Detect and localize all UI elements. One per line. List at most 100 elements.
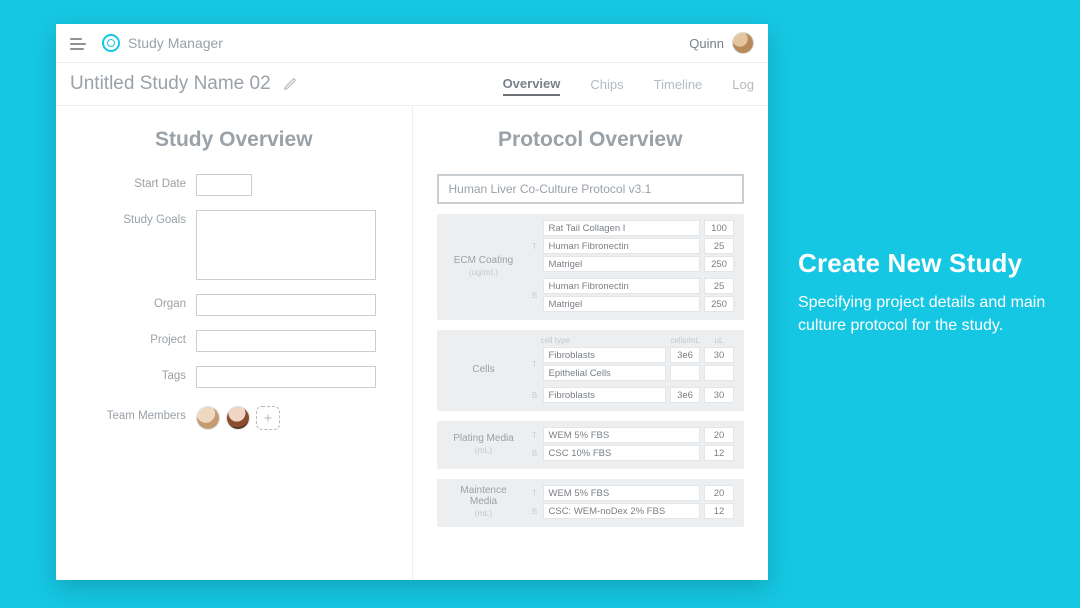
cells-body: cell type cells/mL uL T Fibroblasts 3e6 … (531, 336, 735, 403)
block-ecm-coating: ECM Coating (ug/mL) T Rat Tail Collagen … (437, 214, 745, 320)
row-organ: Organ (80, 294, 388, 316)
channel-top: T (531, 489, 539, 498)
channel-top: T (531, 242, 539, 251)
channel-bottom: B (531, 391, 539, 400)
cell-value[interactable]: 30 (704, 347, 734, 363)
cells-bottom-group: B Fibroblasts 3e6 30 (531, 387, 735, 403)
cell-name[interactable]: Human Fibronectin (543, 278, 701, 294)
explainer-title: Create New Study (798, 248, 1050, 279)
plus-icon (262, 412, 274, 424)
username-label: Quinn (689, 36, 724, 51)
menu-icon[interactable] (70, 37, 88, 49)
block-label-unit: (mL) (447, 446, 521, 455)
cell-value[interactable]: 250 (704, 296, 734, 312)
sub-header: Untitled Study Name 02 Overview Chips Ti… (56, 62, 768, 106)
row-start-date: Start Date (80, 174, 388, 196)
block-label-unit: (ug/mL) (447, 268, 521, 277)
block-maintenance-media: Maintence Media (mL) T WEM 5% FBS 20 B C… (437, 479, 745, 527)
cell-value[interactable]: 3e6 (670, 387, 700, 403)
cell-value[interactable]: 25 (704, 278, 734, 294)
add-team-member-button[interactable] (256, 406, 280, 430)
maint-body: T WEM 5% FBS 20 B CSC: WEM-noDex 2% FBS … (531, 485, 735, 519)
row-tags: Tags (80, 366, 388, 388)
label-organ: Organ (80, 294, 196, 310)
row-team-members: Team Members (80, 406, 388, 430)
row-study-goals: Study Goals (80, 210, 388, 280)
plating-body: T WEM 5% FBS 20 B CSC 10% FBS 12 (531, 427, 735, 461)
cell-name[interactable]: Epithelial Cells (543, 365, 667, 381)
label-study-goals: Study Goals (80, 210, 196, 226)
tab-timeline[interactable]: Timeline (654, 73, 703, 95)
cell-name[interactable]: CSC 10% FBS (543, 445, 701, 461)
input-organ[interactable] (196, 294, 376, 316)
cell-name[interactable]: Rat Tail Collagen I (543, 220, 701, 236)
cell-value[interactable]: 20 (704, 427, 734, 443)
explainer-panel: Create New Study Specifying project deta… (798, 248, 1050, 337)
cell-name[interactable]: CSC: WEM-noDex 2% FBS (543, 503, 701, 519)
brand-icon (102, 34, 120, 52)
input-study-goals[interactable] (196, 210, 376, 280)
team-avatar[interactable] (226, 406, 250, 430)
block-plating-media: Plating Media (mL) T WEM 5% FBS 20 B CSC… (437, 421, 745, 469)
channel-bottom: B (531, 507, 539, 516)
top-bar: Study Manager Quinn (56, 24, 768, 62)
cell-value[interactable]: 25 (704, 238, 734, 254)
channel-top: T (531, 431, 539, 440)
team-avatars (196, 406, 280, 430)
tab-overview[interactable]: Overview (503, 72, 561, 96)
pencil-icon[interactable] (283, 77, 297, 91)
block-label-text: ECM Coating (454, 255, 513, 266)
block-label-text: Plating Media (453, 433, 514, 444)
cells-col-headers: cell type cells/mL uL (531, 336, 735, 345)
protocol-name-input[interactable]: Human Liver Co-Culture Protocol v3.1 (437, 174, 745, 204)
ecm-bottom-group: B Human Fibronectin25 Matrigel250 (531, 278, 735, 312)
study-name: Untitled Study Name 02 (70, 73, 271, 95)
col-header: uL (704, 336, 734, 345)
col-header: cell type (541, 336, 667, 345)
label-team-members: Team Members (80, 406, 196, 422)
cell-name[interactable]: Matrigel (543, 296, 701, 312)
main-area: Study Overview Start Date Study Goals Or… (56, 106, 768, 580)
cell-value[interactable]: 30 (704, 387, 734, 403)
input-start-date[interactable] (196, 174, 252, 196)
channel-top: T (531, 360, 539, 369)
ecm-body: T Rat Tail Collagen I100 Human Fibronect… (531, 220, 735, 312)
cell-name[interactable]: WEM 5% FBS (543, 427, 701, 443)
row-project: Project (80, 330, 388, 352)
channel-bottom: B (531, 449, 539, 458)
channel-bottom: B (531, 291, 539, 300)
input-tags[interactable] (196, 366, 376, 388)
label-ecm-coating: ECM Coating (ug/mL) (447, 255, 521, 277)
label-maintenance-media: Maintence Media (mL) (447, 485, 521, 518)
cell-value[interactable]: 100 (704, 220, 734, 236)
tab-chips[interactable]: Chips (590, 73, 623, 95)
tab-log[interactable]: Log (732, 73, 754, 95)
user-avatar[interactable] (732, 32, 754, 54)
cell-name[interactable]: Fibroblasts (543, 347, 667, 363)
study-section-title: Study Overview (80, 128, 388, 152)
cell-value[interactable] (704, 365, 734, 381)
cell-value[interactable]: 12 (704, 445, 734, 461)
study-overview-pane: Study Overview Start Date Study Goals Or… (56, 106, 412, 580)
protocol-section-title: Protocol Overview (437, 128, 745, 152)
cell-name[interactable]: Matrigel (543, 256, 701, 272)
ecm-top-group: T Rat Tail Collagen I100 Human Fibronect… (531, 220, 735, 272)
block-label-text: Maintence Media (460, 485, 506, 507)
cell-value[interactable]: 3e6 (670, 347, 700, 363)
label-plating-media: Plating Media (mL) (447, 433, 521, 455)
input-project[interactable] (196, 330, 376, 352)
label-project: Project (80, 330, 196, 346)
protocol-overview-pane: Protocol Overview Human Liver Co-Culture… (412, 106, 769, 580)
app-title: Study Manager (128, 35, 223, 51)
col-header: cells/mL (670, 336, 700, 345)
cell-value[interactable]: 12 (704, 503, 734, 519)
cell-value[interactable]: 250 (704, 256, 734, 272)
cell-value[interactable] (670, 365, 700, 381)
cell-name[interactable]: Fibroblasts (543, 387, 667, 403)
block-label-unit: (mL) (447, 509, 521, 518)
team-avatar[interactable] (196, 406, 220, 430)
cell-name[interactable]: Human Fibronectin (543, 238, 701, 254)
cell-value[interactable]: 20 (704, 485, 734, 501)
cell-name[interactable]: WEM 5% FBS (543, 485, 701, 501)
app-window: Study Manager Quinn Untitled Study Name … (56, 24, 768, 580)
